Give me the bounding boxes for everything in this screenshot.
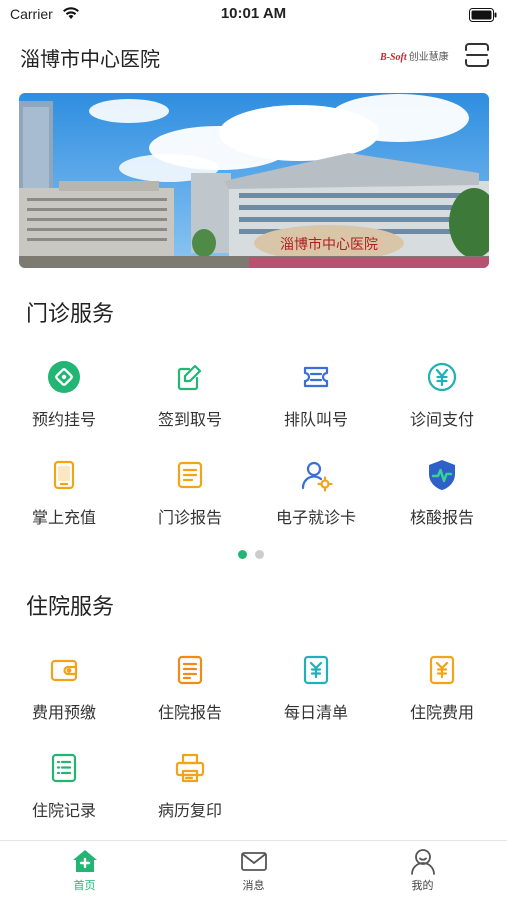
outpatient-item-recharge[interactable]: 掌上充值 xyxy=(1,458,127,528)
outpatient-item-label: 排队叫号 xyxy=(283,410,348,429)
pager-dot-active[interactable] xyxy=(238,550,247,559)
tab-messages[interactable]: 消息 xyxy=(169,847,338,893)
outpatient-item-ecard[interactable]: 电子就诊卡 xyxy=(253,458,379,528)
inpatient-item-label: 住院费用 xyxy=(409,703,474,722)
queue-ticket-icon xyxy=(299,360,333,394)
tab-label: 消息 xyxy=(242,879,265,892)
inpatient-item-prepay[interactable]: 费用预缴 xyxy=(1,653,127,723)
outpatient-pager[interactable] xyxy=(238,544,272,563)
report-icon xyxy=(173,458,207,492)
inpatient-item-copy[interactable]: 病历复印 xyxy=(127,751,253,821)
outpatient-section-title: 门诊服务 xyxy=(26,302,115,327)
clock: 10:01 AM xyxy=(220,5,287,22)
profile-icon xyxy=(409,847,437,875)
tab-profile[interactable]: 我的 xyxy=(338,847,507,893)
outpatient-item-report[interactable]: 门诊报告 xyxy=(127,458,253,528)
phone-recharge-icon xyxy=(47,458,81,492)
inpatient-item-records[interactable]: 住院记录 xyxy=(1,751,127,821)
user-card-icon xyxy=(299,458,333,492)
inpatient-item-label: 住院记录 xyxy=(31,801,96,820)
mail-icon xyxy=(240,847,268,875)
printer-icon xyxy=(173,751,207,785)
inpatient-item-fees[interactable]: 住院费用 xyxy=(379,653,505,723)
hospital-title: 淄博市中心医院 xyxy=(20,47,160,71)
outpatient-item-label: 诊间支付 xyxy=(409,410,474,429)
pager-dot[interactable] xyxy=(255,550,264,559)
bottom-tab-bar: 首页 消息 我的 xyxy=(0,840,507,900)
inpatient-item-label: 住院报告 xyxy=(157,703,222,722)
outpatient-item-label: 门诊报告 xyxy=(157,508,222,527)
outpatient-item-checkin[interactable]: 签到取号 xyxy=(127,360,253,430)
home-icon xyxy=(71,847,99,875)
outpatient-item-nucleic[interactable]: 核酸报告 xyxy=(379,458,505,528)
brand-logo-latin: B-Soft xyxy=(380,52,407,63)
wallet-icon xyxy=(47,653,81,687)
yuan-payment-icon xyxy=(425,360,459,394)
outpatient-item-label: 电子就诊卡 xyxy=(275,508,356,527)
outpatient-item-payment[interactable]: 诊间支付 xyxy=(379,360,505,430)
hospital-banner[interactable]: 淄博市中心医院 xyxy=(19,93,489,268)
outpatient-item-label: 核酸报告 xyxy=(409,508,474,527)
brand-logo: B-Soft 创业慧康 xyxy=(380,48,449,63)
register-icon xyxy=(47,360,81,394)
outpatient-item-queue[interactable]: 排队叫号 xyxy=(253,360,379,430)
scan-icon[interactable] xyxy=(464,42,490,72)
status-bar: Carrier 10:01 AM xyxy=(0,0,507,30)
checkin-icon xyxy=(173,360,207,394)
list-icon xyxy=(47,751,81,785)
tab-label: 我的 xyxy=(411,879,434,892)
tab-home[interactable]: 首页 xyxy=(0,847,169,893)
inpatient-item-label: 费用预缴 xyxy=(31,703,96,722)
app-header: 淄博市中心医院 B-Soft 创业慧康 xyxy=(0,40,507,74)
outpatient-item-label: 预约挂号 xyxy=(31,410,96,429)
inpatient-section-title: 住院服务 xyxy=(26,595,115,620)
outpatient-item-label: 签到取号 xyxy=(157,410,222,429)
brand-logo-chinese: 创业慧康 xyxy=(408,52,449,63)
tab-label: 首页 xyxy=(73,879,96,892)
battery-icon xyxy=(469,7,497,26)
yuan-doc-icon xyxy=(425,653,459,687)
shield-health-icon xyxy=(425,458,459,492)
inpatient-item-daily-list[interactable]: 每日清单 xyxy=(253,653,379,723)
outpatient-item-appointment[interactable]: 预约挂号 xyxy=(1,360,127,430)
outpatient-item-label: 掌上充值 xyxy=(31,508,96,527)
yuan-bill-icon xyxy=(299,653,333,687)
report-icon xyxy=(173,653,207,687)
inpatient-item-label: 病历复印 xyxy=(157,801,222,820)
inpatient-item-report[interactable]: 住院报告 xyxy=(127,653,253,723)
banner-stone-text: 淄博市中心医院 xyxy=(280,236,378,253)
inpatient-item-label: 每日清单 xyxy=(283,703,348,722)
